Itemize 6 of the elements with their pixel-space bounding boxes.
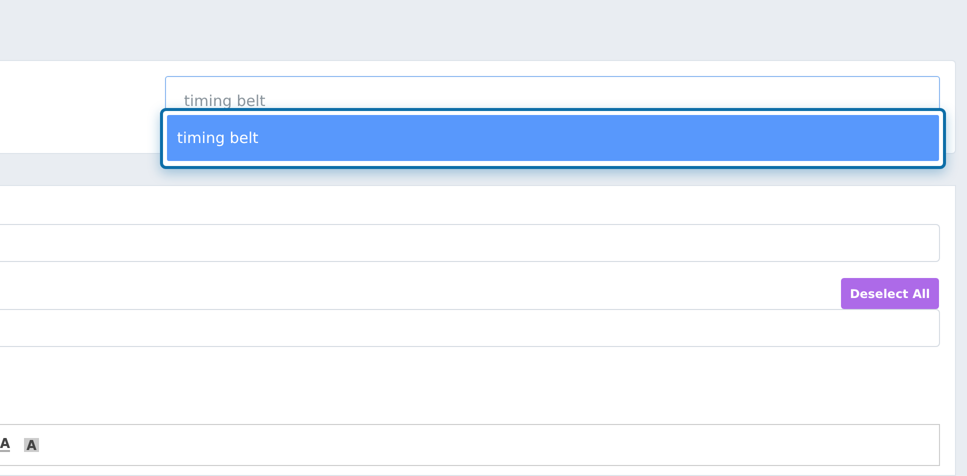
deselect-all-button[interactable]: Deselect All xyxy=(840,278,939,309)
input-field[interactable] xyxy=(0,309,940,347)
input-field[interactable] xyxy=(0,224,940,262)
text-color-icon[interactable] xyxy=(0,438,10,452)
suggestion-item[interactable]: timing belt xyxy=(167,115,939,161)
background-color-icon[interactable] xyxy=(24,438,39,452)
